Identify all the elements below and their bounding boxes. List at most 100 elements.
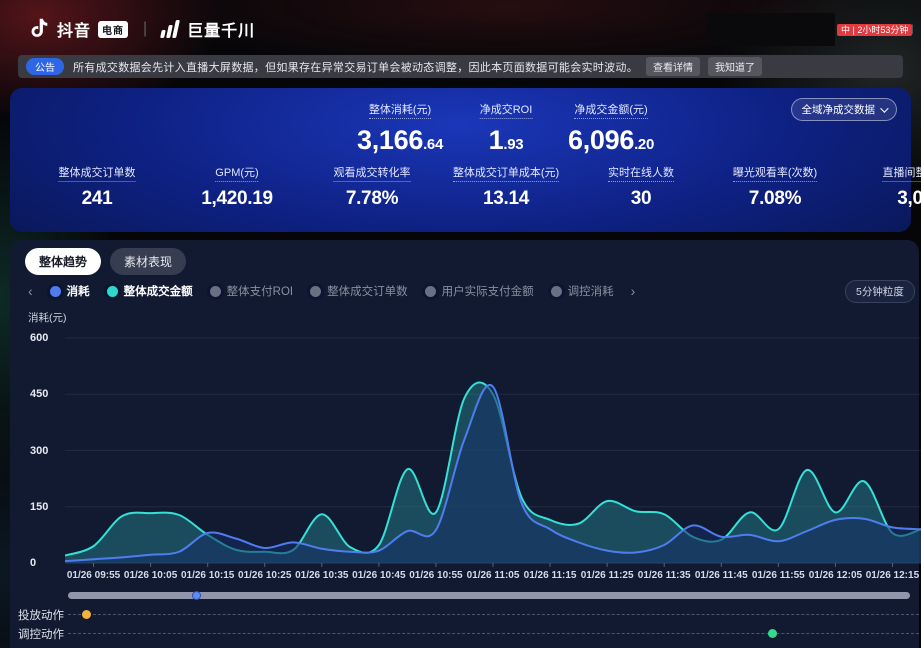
action-event-dot[interactable] [82, 610, 91, 619]
delivery-actions-timeline [68, 614, 921, 615]
trend-chart-svg [65, 330, 921, 570]
notice-badge: 公告 [26, 58, 64, 75]
metric-label[interactable]: GPM(元) [215, 167, 258, 182]
metric-label-wrap: 观看成交转化率 [334, 163, 411, 181]
y-tick-label: 450 [30, 388, 48, 400]
metric-label[interactable]: 直播间整体 [883, 167, 921, 182]
top-header: 抖音 电商 | 巨量千川 中 | 2小时53分钟 | [0, 0, 921, 50]
notice-text: 所有成交数据会先计入直播大屏数据，但如果存在异常交易订单会被动态调整，因此本页面… [73, 59, 638, 75]
secondary-metric: 曝光观看率(次数) 7.08% [733, 163, 817, 210]
brand-qianchuan-label: 巨量千川 [187, 17, 255, 41]
metric-label-wrap: 净成交金额(元) [568, 100, 654, 118]
brand-area: 抖音 电商 | 巨量千川 [28, 17, 255, 41]
chart-range-scrollbar[interactable] [68, 592, 910, 599]
scope-selector-label: 全域净成交数据 [802, 102, 876, 117]
legend-item-label: 整体支付ROI [227, 283, 293, 299]
legend-item-调控消耗[interactable]: 调控消耗 [551, 283, 614, 299]
legend-scroll-right-icon[interactable]: › [631, 284, 636, 298]
y-tick-label: 150 [30, 501, 48, 513]
metric-label[interactable]: 整体成交订单成本(元) [453, 167, 559, 182]
legend-item-label: 调控消耗 [568, 283, 614, 299]
y-tick-label: 300 [30, 445, 48, 457]
granularity-selector[interactable]: 5分钟粒度 [845, 280, 915, 303]
metric-value: 7.08% [733, 188, 817, 210]
metric-label-wrap: 整体消耗(元) [357, 100, 443, 118]
secondary-metric: GPM(元) 1,420.19 [201, 163, 273, 210]
metric-label[interactable]: 整体消耗(元) [369, 104, 431, 119]
metric-value: 3,0 [883, 188, 921, 210]
primary-metric: 净成交ROI 1.93 [480, 100, 533, 156]
metric-value-dec: .64 [423, 136, 443, 153]
metric-value: 1,420.19 [201, 188, 273, 210]
metric-label[interactable]: 曝光观看率(次数) [733, 167, 817, 182]
chevron-down-icon [880, 104, 888, 112]
legend-dot-icon [425, 286, 436, 297]
legend-item-整体支付ROI[interactable]: 整体支付ROI [210, 283, 293, 299]
legend-scroll-left-icon[interactable]: ‹ [28, 284, 33, 298]
got-it-button[interactable]: 我知道了 [708, 57, 762, 76]
metric-label-wrap: 实时在线人数 [608, 163, 674, 181]
y-tick-label: 0 [30, 557, 36, 569]
metric-value-int: 3,166 [357, 125, 423, 155]
primary-metric: 整体消耗(元) 3,166.64 [357, 100, 443, 156]
legend-item-整体成交金额[interactable]: 整体成交金额 [107, 283, 193, 299]
header-edge-separator: | [911, 24, 914, 35]
metric-label-wrap: GPM(元) [201, 163, 273, 181]
metric-label-wrap: 整体成交订单成本(元) [453, 163, 559, 181]
metric-value: 1.93 [480, 125, 533, 156]
metrics-panel: 全域净成交数据 整体消耗(元) 3,166.64 净成交ROI 1.93 净成交金额(元… [10, 88, 911, 232]
legend-dot-icon [50, 286, 61, 297]
legend-item-整体成交订单数[interactable]: 整体成交订单数 [310, 283, 408, 299]
scrollbar-handle[interactable] [192, 591, 201, 600]
metric-label[interactable]: 净成交金额(元) [574, 104, 647, 119]
legend-item-label: 整体成交订单数 [327, 283, 408, 299]
legend-dot-icon [310, 286, 321, 297]
chart-legend: ‹ 消耗 整体成交金额 整体支付ROI 整体成交订单数 用户实际支付金额 调控消耗 › [28, 283, 635, 299]
metric-label[interactable]: 整体成交订单数 [59, 167, 136, 182]
redacted-account-block [705, 13, 835, 46]
tab-overall-trend[interactable]: 整体趋势 [25, 248, 101, 275]
action-event-dot[interactable] [768, 629, 777, 638]
metric-label[interactable]: 观看成交转化率 [334, 167, 411, 182]
legend-item-消耗[interactable]: 消耗 [50, 283, 90, 299]
secondary-metric: 整体成交订单数 241 [59, 163, 136, 210]
delivery-actions-label: 投放动作 [18, 607, 64, 623]
metric-label[interactable]: 净成交ROI [480, 104, 533, 119]
legend-item-用户实际支付金额[interactable]: 用户实际支付金额 [425, 283, 534, 299]
metric-label[interactable]: 实时在线人数 [608, 167, 674, 182]
metric-value-dec: .20 [634, 136, 654, 153]
notice-bar: 公告 所有成交数据会先计入直播大屏数据，但如果存在异常交易订单会被动态调整，因此… [18, 55, 903, 78]
secondary-metric: 实时在线人数 30 [608, 163, 674, 210]
trend-chart-plot[interactable] [65, 330, 921, 570]
legend-dot-icon [210, 286, 221, 297]
view-details-button[interactable]: 查看详情 [646, 57, 700, 76]
metric-value-int: 1 [489, 125, 504, 155]
y-tick-label: 600 [30, 332, 48, 344]
scope-selector-dropdown[interactable]: 全域净成交数据 [791, 98, 898, 121]
legend-item-label: 消耗 [67, 283, 90, 299]
metric-value: 241 [59, 188, 136, 210]
metric-value-int: 6,096 [568, 125, 634, 155]
trend-panel: 整体趋势 素材表现 ‹ 消耗 整体成交金额 整体支付ROI 整体成交订单数 用户实际支付… [10, 240, 919, 648]
qianchuan-bars-icon [160, 20, 180, 38]
x-axis-tick-labels: 01/26 09:5501/26 10:0501/26 10:1501/26 1… [65, 570, 921, 584]
metric-value-dec: .93 [503, 136, 523, 153]
metric-label-wrap: 整体成交订单数 [59, 163, 136, 181]
tab-material-performance[interactable]: 素材表现 [110, 248, 186, 275]
control-actions-timeline [68, 633, 921, 634]
brand-divider: | [143, 20, 147, 38]
legend-dot-icon [107, 286, 118, 297]
metric-label-wrap: 直播间整体 [883, 163, 921, 181]
metric-value: 30 [608, 188, 674, 210]
douyin-note-icon [28, 17, 50, 41]
legend-item-label: 整体成交金额 [124, 283, 193, 299]
control-actions-row: 调控动作 [10, 625, 919, 641]
legend-item-label: 用户实际支付金额 [442, 283, 534, 299]
brand-douyin-label: 抖音 [57, 17, 91, 41]
primary-metric: 净成交金额(元) 6,096.20 [568, 100, 654, 156]
metric-value: 7.78% [334, 188, 411, 210]
live-duration-badge: 中 | 2小时53分钟 [837, 24, 912, 36]
secondary-metric: 直播间整体 3,0 [883, 163, 921, 210]
secondary-metric: 整体成交订单成本(元)13.14 [453, 163, 559, 210]
trend-tabs: 整体趋势 素材表现 [25, 248, 186, 275]
